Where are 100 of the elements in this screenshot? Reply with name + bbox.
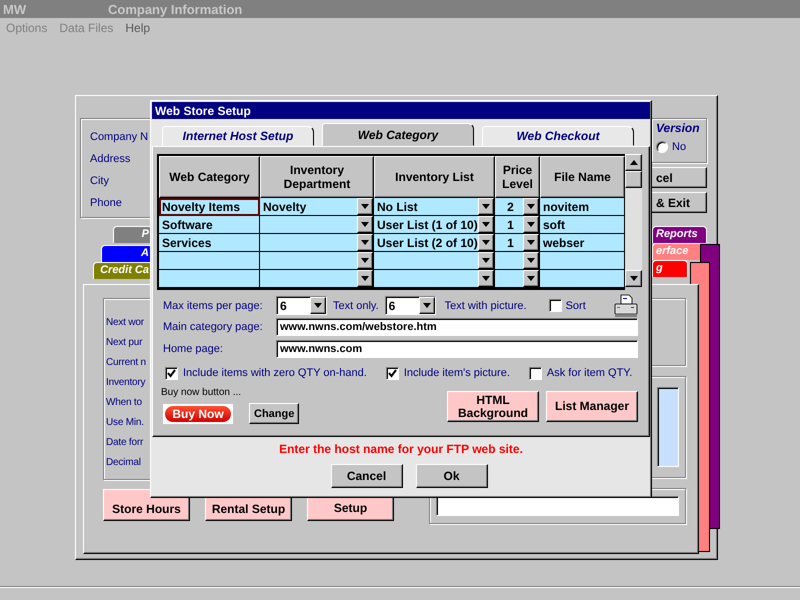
- dropdown-button[interactable]: [478, 252, 494, 269]
- field-label: Main category page:: [163, 321, 264, 333]
- page-tab[interactable]: P: [113, 226, 153, 243]
- menu-item[interactable]: Help: [125, 21, 150, 35]
- dropdown-arrow-icon: [361, 240, 369, 245]
- table-cell[interactable]: 1: [495, 234, 540, 252]
- buy-now-button[interactable]: Buy Now: [163, 404, 233, 424]
- page-tab[interactable]: Reports: [652, 226, 707, 243]
- app-label: MW: [3, 2, 28, 16]
- command-button[interactable]: List Manager: [546, 391, 638, 422]
- table-cell[interactable]: novitem: [540, 198, 625, 216]
- page-tab[interactable]: A: [101, 245, 153, 262]
- field-label: City: [90, 174, 109, 189]
- table-cell[interactable]: [159, 270, 260, 288]
- setting-label: When to: [106, 396, 142, 410]
- checkbox[interactable]: [548, 299, 562, 312]
- checkbox[interactable]: [528, 366, 542, 380]
- dropdown-arrow-icon: [361, 204, 369, 209]
- command-button[interactable]: HTML Background: [447, 391, 539, 422]
- checkbox-label: Sort: [566, 300, 586, 312]
- table-cell[interactable]: webser: [540, 234, 625, 252]
- tab[interactable]: Internet Host Setup: [162, 126, 314, 146]
- page-tab[interactable]: g: [652, 260, 688, 277]
- field-label: Address: [90, 152, 130, 167]
- table-cell[interactable]: [159, 252, 260, 270]
- table-cell[interactable]: No List: [374, 198, 495, 216]
- dropdown-button[interactable]: [478, 270, 494, 287]
- input-field[interactable]: www.nwns.com: [276, 340, 638, 358]
- window-button[interactable]: & Exit: [651, 192, 707, 213]
- checkbox[interactable]: [386, 366, 399, 380]
- dialog-button[interactable]: Ok: [416, 464, 488, 488]
- radio-button[interactable]: [656, 141, 668, 153]
- table-cell[interactable]: [260, 216, 374, 234]
- field-label: Phone: [90, 196, 122, 211]
- dropdown-button[interactable]: [357, 198, 373, 215]
- window-title: Company Information: [108, 2, 242, 16]
- checkbox-label: Ask for item QTY.: [546, 367, 632, 379]
- window-button[interactable]: cel: [651, 167, 707, 188]
- dropdown-button[interactable]: [523, 198, 539, 215]
- column-header[interactable]: Web Category: [159, 156, 260, 198]
- dropdown-button[interactable]: [357, 216, 373, 233]
- dropdown-button[interactable]: [523, 252, 539, 269]
- checkbox-label: Include items with zero QTY on-hand.: [183, 367, 367, 379]
- dropdown-button[interactable]: [523, 216, 539, 233]
- table-cell[interactable]: [260, 252, 374, 270]
- input-field[interactable]: [436, 496, 679, 516]
- check-icon: [388, 368, 397, 378]
- table-cell[interactable]: Services: [159, 234, 260, 252]
- dropdown-button[interactable]: [523, 234, 539, 251]
- table-cell[interactable]: [260, 234, 374, 252]
- dropdown-button[interactable]: [357, 234, 373, 251]
- column-header[interactable]: File Name: [540, 156, 625, 198]
- table-cell[interactable]: [260, 270, 374, 288]
- column-header[interactable]: Inventory Department: [260, 156, 374, 198]
- scroll-up-button[interactable]: [625, 154, 642, 171]
- table-cell[interactable]: User List (1 of 10): [374, 216, 495, 234]
- table-cell[interactable]: User List (2 of 10): [374, 234, 495, 252]
- dropdown-arrow-icon: [482, 204, 490, 209]
- tab[interactable]: Web Category: [322, 123, 474, 146]
- dropdown-field[interactable]: 6: [276, 296, 327, 315]
- dropdown-button[interactable]: [478, 198, 494, 215]
- dropdown-arrow-icon: [527, 240, 535, 245]
- table-cell[interactable]: 2: [495, 198, 540, 216]
- change-button[interactable]: Change: [249, 403, 300, 424]
- printer-icon[interactable]: [614, 294, 638, 318]
- table-cell[interactable]: [495, 252, 540, 270]
- dropdown-arrow-icon: [482, 276, 490, 281]
- dialog-button[interactable]: Cancel: [330, 464, 402, 488]
- dropdown-button[interactable]: [523, 270, 539, 287]
- setting-label: Current n: [106, 356, 146, 370]
- scrollbar[interactable]: [625, 154, 642, 287]
- table-cell[interactable]: 1: [495, 216, 540, 234]
- field-label: Max items per page:: [163, 300, 264, 312]
- table-cell[interactable]: [540, 270, 625, 288]
- table-cell[interactable]: Novelty Items: [159, 198, 260, 216]
- tab[interactable]: Web Checkout: [482, 126, 634, 146]
- table-cell[interactable]: [540, 252, 625, 270]
- setting-label: Decimal: [106, 456, 141, 470]
- dropdown-button[interactable]: [478, 234, 494, 251]
- page-tab[interactable]: Credit Ca: [93, 262, 153, 279]
- dropdown-arrow-icon: [630, 276, 638, 281]
- column-header[interactable]: Inventory List: [374, 156, 495, 198]
- input-field[interactable]: www.nwns.com/webstore.htm: [276, 318, 638, 336]
- table-cell[interactable]: [495, 270, 540, 288]
- table-cell[interactable]: soft: [540, 216, 625, 234]
- caption: Buy now button ...: [161, 387, 242, 398]
- dropdown-button[interactable]: [357, 252, 373, 269]
- field-label: Home page:: [163, 343, 224, 355]
- column-header[interactable]: Price Level: [495, 156, 540, 198]
- checkbox[interactable]: [165, 366, 178, 380]
- scroll-thumb[interactable]: [625, 171, 642, 188]
- dropdown-field[interactable]: 6: [384, 296, 436, 315]
- table-cell[interactable]: Software: [159, 216, 260, 234]
- table-cell[interactable]: [374, 252, 495, 270]
- dropdown-button[interactable]: [357, 270, 373, 287]
- setting-label: Next wor: [106, 316, 144, 330]
- scroll-down-button[interactable]: [625, 270, 642, 287]
- dropdown-button[interactable]: [478, 216, 494, 233]
- table-cell[interactable]: [374, 270, 495, 288]
- table-cell[interactable]: Novelty: [260, 198, 374, 216]
